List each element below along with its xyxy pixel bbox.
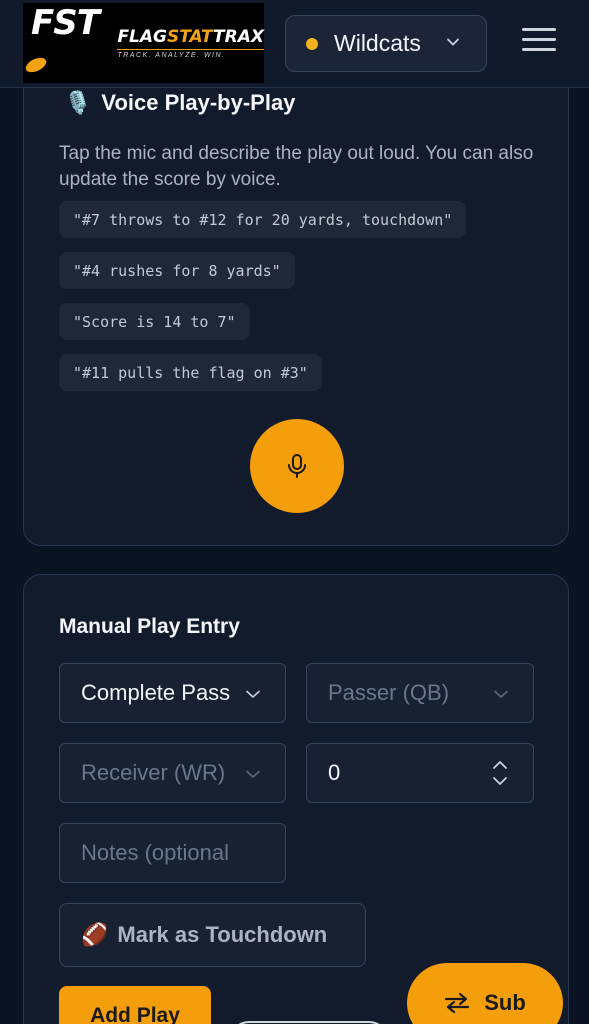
voice-example: "#7 throws to #12 for 20 yards, touchdow… (59, 201, 467, 238)
studio-microphone-icon: 🎙️ (64, 90, 92, 115)
chevron-down-icon (494, 690, 508, 698)
play-type-value: Complete Pass (81, 680, 231, 705)
microphone-icon (288, 454, 306, 478)
voice-play-by-play-card: 🎙️ Voice Play-by-Play Tap the mic and de… (23, 50, 569, 546)
notes-placeholder: Notes (optional (81, 840, 229, 865)
substitution-label: Sub (484, 990, 526, 1015)
voice-title-text: Voice Play-by-Play (101, 90, 296, 115)
manual-card-title: Manual Play Entry (59, 615, 240, 638)
app-logo[interactable]: FST FLAGSTATTRAX TRACK. ANALYZE. WIN. (23, 3, 264, 83)
add-play-button[interactable]: Add Play (59, 986, 211, 1024)
app-header: FST FLAGSTATTRAX TRACK. ANALYZE. WIN. Wi… (0, 0, 589, 88)
logo-mark: FST (23, 3, 107, 83)
team-status-dot (306, 37, 318, 50)
logo-tagline: TRACK. ANALYZE. WIN. (117, 49, 264, 59)
voice-record-button[interactable] (250, 419, 344, 513)
chevron-down-icon (447, 38, 459, 46)
voice-example: "#4 rushes for 8 yards" (59, 252, 295, 289)
logo-name-part1: FLAG (117, 27, 167, 47)
logo-name-part2: STAT (167, 27, 214, 47)
team-selector[interactable]: Wildcats (285, 15, 487, 72)
hamburger-icon[interactable] (522, 28, 556, 58)
receiver-select[interactable]: Receiver (WR) (59, 743, 286, 803)
football-icon: 🏈 (81, 922, 109, 947)
swap-arrows-icon (445, 992, 470, 1014)
hamburger-line (522, 48, 556, 51)
substitution-button[interactable]: Sub (407, 963, 563, 1024)
play-type-select[interactable]: Complete Pass (59, 663, 286, 723)
team-selector-value: Wildcats (334, 30, 421, 56)
passer-placeholder: Passer (QB) (328, 680, 450, 705)
voice-example: "#11 pulls the flag on #3" (59, 354, 322, 391)
yards-input[interactable]: 0 (306, 743, 534, 803)
manual-play-entry-card: Manual Play Entry Complete Pass Passer (… (23, 574, 569, 1024)
logo-name-part3: TRAX (213, 27, 264, 47)
football-logo-icon (23, 54, 49, 75)
mark-touchdown-label: Mark as Touchdown (117, 922, 328, 947)
voice-description: Tap the mic and describe the play out lo… (59, 143, 534, 190)
voice-example: "Score is 14 to 7" (59, 303, 250, 340)
notes-input[interactable]: Notes (optional (59, 823, 286, 883)
receiver-placeholder: Receiver (WR) (81, 760, 226, 785)
logo-wordmark: FLAGSTATTRAX TRACK. ANALYZE. WIN. (117, 27, 264, 59)
logo-mark-text: FST (31, 3, 100, 43)
mark-touchdown-button[interactable]: 🏈 Mark as Touchdown (59, 903, 366, 967)
passer-select[interactable]: Passer (QB) (306, 663, 534, 723)
yards-value: 0 (328, 760, 341, 785)
hamburger-line (522, 28, 556, 31)
chevron-down-icon (246, 690, 260, 698)
chevron-down-icon (246, 770, 260, 778)
stepper-arrows-icon[interactable] (491, 758, 509, 788)
hamburger-line (522, 38, 556, 41)
voice-card-title: 🎙️ Voice Play-by-Play (64, 90, 295, 116)
logo-name: FLAGSTATTRAX (117, 27, 264, 47)
